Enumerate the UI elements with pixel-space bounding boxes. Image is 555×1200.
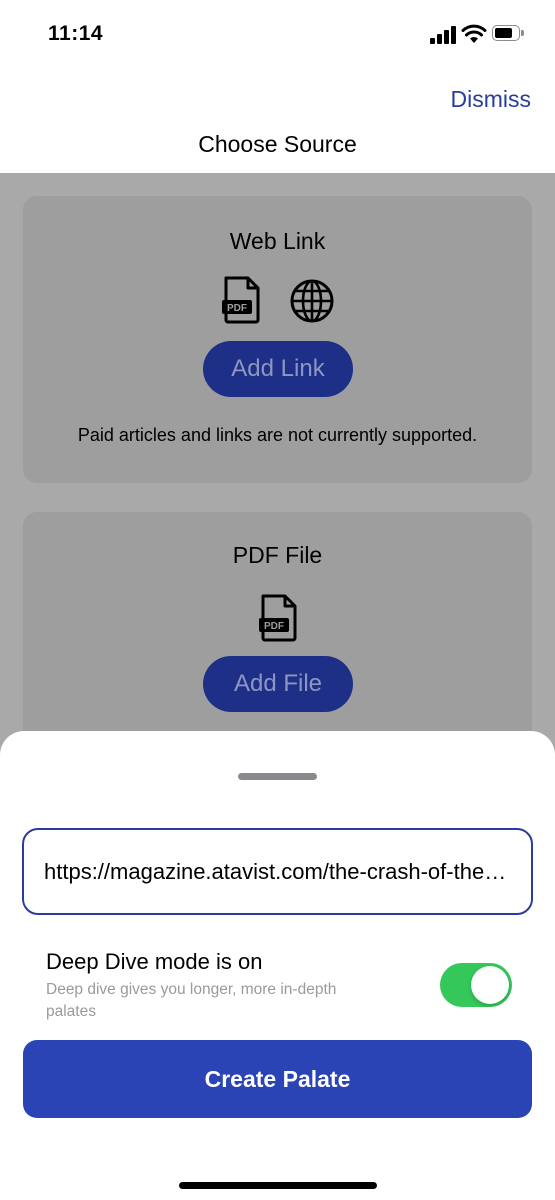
web-link-note: Paid articles and links are not currentl… bbox=[77, 425, 478, 445]
svg-text:PDF: PDF bbox=[264, 621, 284, 632]
wifi-icon bbox=[461, 24, 487, 43]
bottom-sheet: Deep Dive mode is on Deep dive gives you… bbox=[0, 731, 555, 1200]
toggle-knob bbox=[471, 966, 509, 1004]
pdf-file-title: PDF File bbox=[232, 542, 323, 568]
deep-dive-toggle[interactable] bbox=[440, 963, 512, 1007]
svg-text:PDF: PDF bbox=[227, 303, 247, 314]
dismiss-button[interactable]: Dismiss bbox=[451, 86, 532, 113]
home-indicator[interactable] bbox=[179, 1182, 377, 1189]
web-link-card: Web Link PDF Add Link Paid articles and … bbox=[23, 196, 532, 483]
add-file-button[interactable]: Add File bbox=[203, 656, 353, 712]
sheet-grabber[interactable] bbox=[238, 773, 317, 780]
status-time: 11:14 bbox=[48, 22, 104, 45]
add-link-button[interactable]: Add Link bbox=[203, 341, 353, 397]
globe-icon bbox=[290, 279, 334, 323]
pdf-file-icon: PDF bbox=[222, 276, 260, 324]
deep-dive-description: Deep dive gives you longer, more in-dept… bbox=[46, 981, 337, 1020]
cellular-signal-icon bbox=[430, 26, 456, 44]
deep-dive-label: Deep Dive mode is on bbox=[46, 949, 263, 974]
page-title: Choose Source bbox=[198, 131, 357, 157]
web-link-title: Web Link bbox=[229, 228, 326, 254]
pdf-file-icon: PDF bbox=[259, 594, 297, 642]
create-palate-button[interactable]: Create Palate bbox=[23, 1040, 532, 1118]
url-input[interactable] bbox=[22, 828, 533, 915]
battery-icon bbox=[492, 25, 526, 43]
